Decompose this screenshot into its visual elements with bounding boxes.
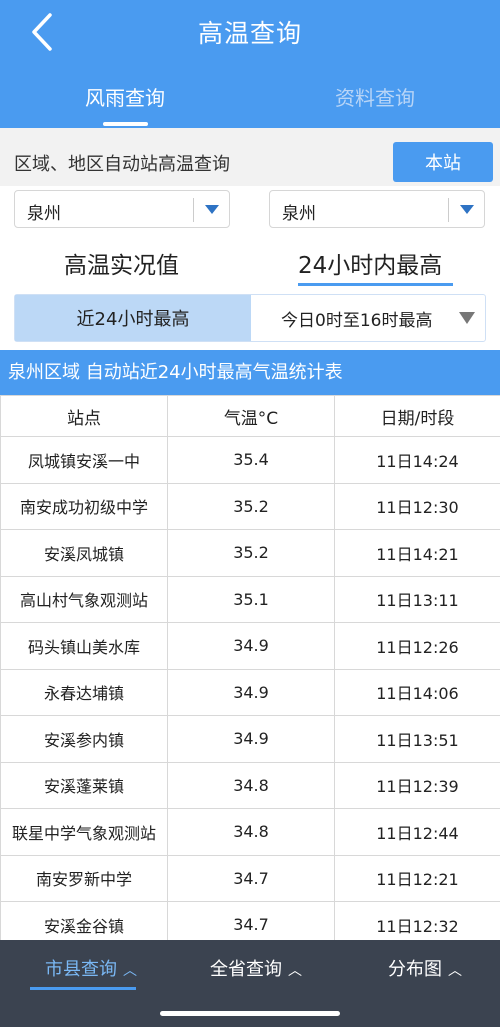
search-label: 区域、地区自动站高温查询 — [14, 154, 230, 175]
bottom-nav-label: 市县查询 — [45, 959, 117, 980]
table-row[interactable]: 联星中学气象观测站 34.8 11日12:44 — [0, 808, 500, 856]
table-header-row: 站点 气温°C 日期/时段 — [0, 395, 500, 437]
station-cell: 码头镇山美水库 — [0, 622, 168, 670]
table-row[interactable]: 安溪凤城镇 35.2 11日14:21 — [0, 529, 500, 577]
station-cell: 安溪凤城镇 — [0, 529, 168, 577]
mode-24h-max[interactable]: 24小时内最高 — [298, 246, 442, 280]
datetime-cell: 11日12:21 — [334, 854, 500, 902]
table-row[interactable]: 凤城镇安溪一中 35.4 11日14:24 — [0, 436, 500, 484]
temperature-cell: 35.1 — [167, 575, 335, 623]
area-select[interactable]: 泉州 — [269, 190, 485, 228]
temperature-cell: 35.4 — [167, 436, 335, 484]
datetime-cell: 11日12:39 — [334, 761, 500, 809]
temperature-cell: 34.9 — [167, 715, 335, 763]
header-bar: 高温查询 风雨查询 资料查询 — [0, 0, 500, 128]
dropdown-arrow-icon — [460, 205, 474, 214]
segment-today-dropdown[interactable]: 今日0时至16时最高 — [251, 295, 487, 341]
temperature-cell: 34.8 — [167, 761, 335, 809]
dropdown-triangle-icon — [459, 312, 475, 324]
table-title: 泉州区域 自动站近24小时最高气温统计表 — [0, 350, 500, 395]
bottom-nav-label: 全省查询 — [210, 959, 282, 980]
datetime-cell: 11日14:24 — [334, 436, 500, 484]
station-cell: 安溪参内镇 — [0, 715, 168, 763]
column-header-datetime: 日期/时段 — [334, 395, 500, 437]
column-header-station: 站点 — [0, 395, 168, 437]
station-cell: 永春达埔镇 — [0, 668, 168, 716]
bottom-nav-distribution-map[interactable]: 分布图 ︿ — [388, 955, 462, 981]
column-header-temperature: 气温°C — [167, 395, 335, 437]
temperature-cell: 35.2 — [167, 482, 335, 530]
caret-up-icon: ︿ — [288, 963, 302, 979]
region-select[interactable]: 泉州 — [14, 190, 230, 228]
tab-wind-rain[interactable]: 风雨查询 — [0, 82, 250, 111]
station-cell: 安溪蓬莱镇 — [0, 761, 168, 809]
bottom-nav-label: 分布图 — [388, 959, 442, 980]
station-cell: 凤城镇安溪一中 — [0, 436, 168, 484]
caret-up-icon: ︿ — [448, 963, 462, 979]
mode-live-value[interactable]: 高温实况值 — [64, 246, 179, 280]
temperature-cell: 34.9 — [167, 622, 335, 670]
datetime-cell: 11日12:44 — [334, 808, 500, 856]
segment-last-24h[interactable]: 近24小时最高 — [15, 295, 251, 341]
this-station-button[interactable]: 本站 — [393, 142, 493, 182]
area-select-value: 泉州 — [282, 204, 316, 224]
table-row[interactable]: 永春达埔镇 34.9 11日14:06 — [0, 668, 500, 716]
datetime-cell: 11日14:06 — [334, 668, 500, 716]
region-select-value: 泉州 — [27, 204, 61, 224]
station-cell: 南安罗新中学 — [0, 854, 168, 902]
dropdown-arrow-icon — [205, 205, 219, 214]
table-row[interactable]: 码头镇山美水库 34.9 11日12:26 — [0, 622, 500, 670]
mode-active-indicator — [298, 283, 453, 286]
bottom-nav-city-county[interactable]: 市县查询 ︿ — [45, 955, 137, 981]
table-row[interactable]: 高山村气象观测站 35.1 11日13:11 — [0, 575, 500, 623]
temperature-cell: 34.7 — [167, 854, 335, 902]
bottom-nav-active-indicator — [30, 987, 136, 990]
segment-today-label: 今日0时至16时最高 — [281, 310, 433, 331]
table-row[interactable]: 安溪蓬莱镇 34.8 11日12:39 — [0, 761, 500, 809]
station-cell: 高山村气象观测站 — [0, 575, 168, 623]
datetime-cell: 11日14:21 — [334, 529, 500, 577]
station-cell: 联星中学气象观测站 — [0, 808, 168, 856]
period-segment: 近24小时最高 今日0时至16时最高 — [14, 294, 486, 342]
datetime-cell: 11日12:30 — [334, 482, 500, 530]
page-title: 高温查询 — [197, 19, 302, 48]
datetime-cell: 11日13:51 — [334, 715, 500, 763]
caret-up-icon: ︿ — [123, 963, 137, 979]
home-indicator[interactable] — [160, 1011, 340, 1016]
station-cell: 南安成功初级中学 — [0, 482, 168, 530]
datetime-cell: 11日12:26 — [334, 622, 500, 670]
bottom-nav-province[interactable]: 全省查询 ︿ — [210, 955, 302, 981]
table-row[interactable]: 南安成功初级中学 35.2 11日12:30 — [0, 482, 500, 530]
temperature-cell: 35.2 — [167, 529, 335, 577]
tab-active-indicator — [103, 122, 148, 126]
select-divider — [193, 198, 194, 222]
temperature-cell: 34.8 — [167, 808, 335, 856]
tab-data-query[interactable]: 资料查询 — [250, 82, 500, 111]
table-row[interactable]: 南安罗新中学 34.7 11日12:21 — [0, 854, 500, 902]
temperature-cell: 34.9 — [167, 668, 335, 716]
select-divider — [448, 198, 449, 222]
table-row[interactable]: 安溪参内镇 34.9 11日13:51 — [0, 715, 500, 763]
temperature-table: 站点 气温°C 日期/时段 凤城镇安溪一中 35.4 11日14:24 南安成功初级… — [0, 395, 500, 949]
datetime-cell: 11日13:11 — [334, 575, 500, 623]
